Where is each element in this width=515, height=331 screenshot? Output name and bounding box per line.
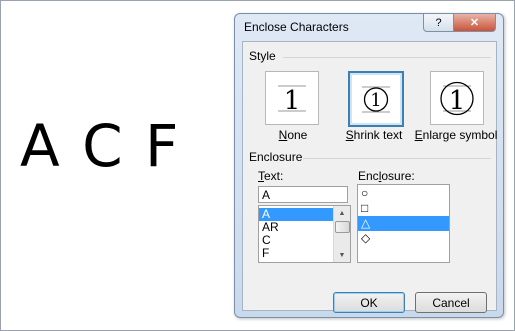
dialog-title: Enclose Characters xyxy=(244,20,349,34)
style-none-icon: 1 xyxy=(278,85,306,116)
style-enlarge-symbol-label[interactable]: Enlarge symbol xyxy=(414,128,498,142)
help-icon: ? xyxy=(435,16,442,29)
enclosure-triangle-item[interactable]: △ xyxy=(358,216,449,231)
help-button[interactable]: ? xyxy=(423,14,454,32)
enclosure-square-item[interactable]: □ xyxy=(358,201,449,216)
scroll-up-icon[interactable]: ▲ xyxy=(334,206,350,220)
style-none-label[interactable]: None xyxy=(267,128,319,142)
text-list-scrollbar[interactable]: ▲ ▼ xyxy=(333,206,350,262)
document-text: A C F xyxy=(20,112,181,180)
enclosure-label: Enclosure: xyxy=(358,169,415,183)
cancel-button[interactable]: Cancel xyxy=(415,292,487,313)
enclosure-divider xyxy=(303,158,491,159)
style-shrink-icon: 1 xyxy=(362,86,390,113)
enclose-characters-dialog: Enclose Characters ? ✕ Style 1 None 1 Sh… xyxy=(234,13,504,318)
style-enlarge-sample: 1 xyxy=(449,86,466,116)
text-input[interactable]: A xyxy=(258,186,348,203)
close-icon: ✕ xyxy=(469,17,480,29)
ok-button[interactable]: OK xyxy=(333,292,405,313)
enclosure-section-label: Enclosure xyxy=(249,150,303,164)
scroll-down-icon[interactable]: ▼ xyxy=(334,248,350,262)
scroll-thumb[interactable] xyxy=(335,221,350,233)
style-shrink-text-option[interactable]: 1 xyxy=(348,71,404,127)
style-divider xyxy=(283,57,491,58)
style-none-option[interactable]: 1 xyxy=(265,71,319,125)
style-shrink-sample: 1 xyxy=(370,90,381,111)
enclosure-listbox[interactable]: ○ □ △ ◇ xyxy=(357,184,450,263)
enclosure-circle-item[interactable]: ○ xyxy=(358,186,449,201)
style-shrink-text-label[interactable]: Shrink text xyxy=(343,128,405,142)
dialog-body: Style 1 None 1 Shrink text 1 Enlarge sym… xyxy=(242,41,498,313)
text-listbox[interactable]: A AR C F ▲ ▼ xyxy=(258,205,351,263)
text-label: Text: xyxy=(258,169,284,183)
style-section-label: Style xyxy=(249,49,276,63)
style-enlarge-symbol-option[interactable]: 1 xyxy=(430,71,484,125)
close-button[interactable]: ✕ xyxy=(453,14,496,32)
style-enlarge-icon: 1 xyxy=(440,81,474,116)
style-none-sample: 1 xyxy=(284,86,301,116)
enclosure-diamond-item[interactable]: ◇ xyxy=(358,231,449,246)
